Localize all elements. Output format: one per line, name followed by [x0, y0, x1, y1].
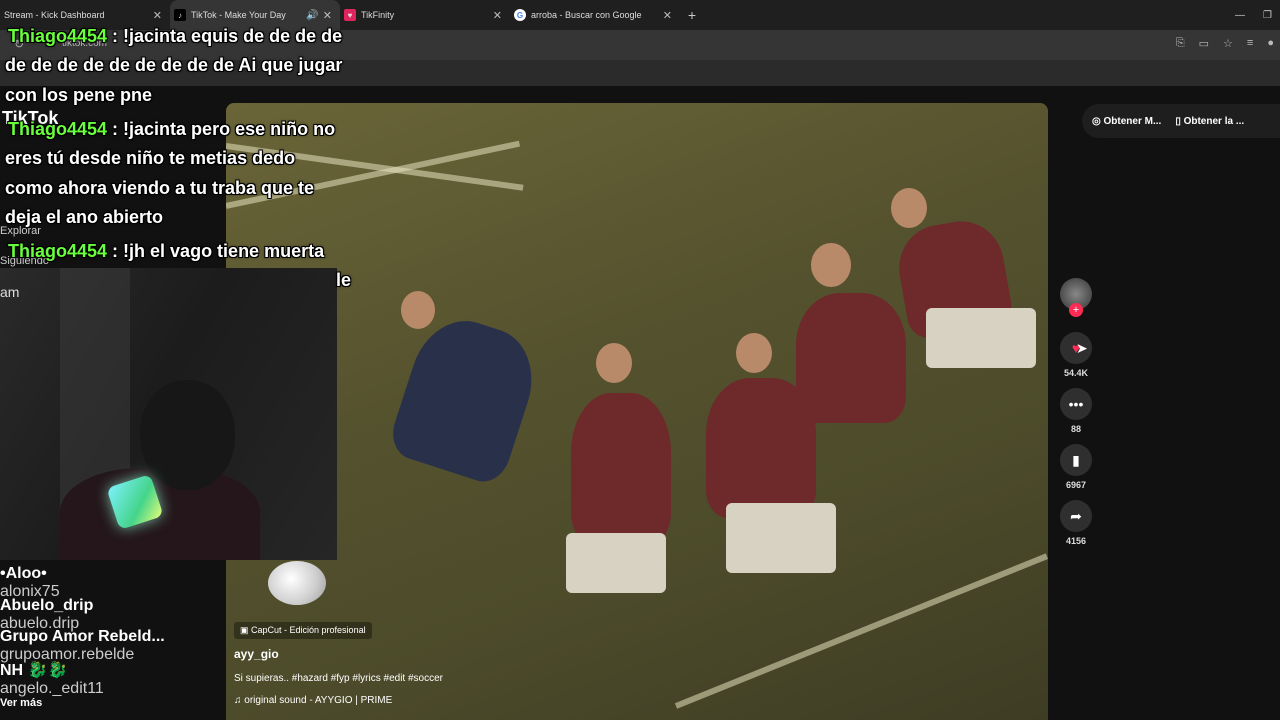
tab-label: arroba - Buscar con Google — [531, 10, 642, 20]
capcut-label: CapCut - Edición profesional — [251, 625, 366, 635]
player-head — [736, 333, 772, 373]
comment-button[interactable]: ••• 88 — [1060, 388, 1092, 434]
following-item[interactable]: •Aloo• alonix75 — [0, 565, 60, 601]
chat-message: con los pene pne — [5, 85, 152, 106]
save-button[interactable]: ▮ 6967 — [1060, 444, 1092, 490]
webcam-overlay-text: am — [0, 284, 20, 300]
tab-label: TikFinity — [361, 10, 395, 20]
speaker-icon[interactable]: 🔊 — [306, 10, 318, 21]
new-tab-button[interactable]: + — [680, 0, 704, 30]
player-head — [811, 243, 851, 287]
tab-tikfinity[interactable]: ♥ TikFinity ✕ — [340, 0, 510, 30]
chat-text: deja el ano abierto — [5, 207, 164, 227]
player-shorts — [726, 503, 836, 573]
video-sound[interactable]: ♫ original sound - AYYGIO | PRIME — [234, 695, 392, 706]
chat-text: le — [336, 270, 352, 290]
soccer-ball — [268, 561, 326, 605]
video-author[interactable]: ayy_gio — [234, 647, 279, 661]
tab-label: Stream - Kick Dashboard — [4, 10, 105, 20]
like-count: 54.4K — [1063, 368, 1089, 378]
creator-avatar-button[interactable]: + — [1060, 278, 1092, 317]
window-controls: — ❐ — [1235, 0, 1280, 30]
get-mobile-button[interactable]: ▯ Obtener la ... — [1175, 116, 1244, 127]
get-app-label: Obtener M... — [1103, 115, 1162, 127]
toolbar-icons: ⎘ ▭ ☆ ≡ ● — [1176, 37, 1274, 50]
chat-message: eres tú desde niño te metias dedo — [5, 148, 295, 169]
player-head — [401, 291, 435, 329]
get-mobile-label: Obtener la ... — [1183, 115, 1245, 127]
player-head — [891, 188, 927, 228]
profile-icon[interactable]: ● — [1267, 37, 1274, 50]
cast-icon[interactable]: ▭ — [1199, 37, 1209, 50]
follow-plus-icon[interactable]: + — [1069, 303, 1083, 317]
chat-message: le — [336, 270, 351, 291]
chat-text: con los pene pne — [5, 85, 153, 105]
tikfinity-icon: ♥ — [344, 9, 356, 21]
star-icon[interactable]: ☆ — [1223, 37, 1233, 50]
chat-username: Thiago4454 — [8, 26, 108, 46]
tab-google[interactable]: G arroba - Buscar con Google ✕ — [510, 0, 680, 30]
video-description: Si supieras.. #hazard #fyp #lyrics #edit… — [234, 673, 443, 684]
capcut-badge[interactable]: ▣ CapCut - Edición profesional — [234, 622, 372, 639]
player-shorts — [926, 308, 1036, 368]
chat-message: Thiago4454 : !jacinta pero ese niño no — [8, 119, 335, 140]
chat-text: eres tú desde niño te metias dedo — [5, 148, 296, 168]
minimize-icon[interactable]: — — [1235, 10, 1245, 21]
chat-text: : !jacinta pero ese niño no — [107, 119, 336, 139]
following-handle: angelo._edit11 — [0, 680, 104, 697]
player-shorts — [566, 533, 666, 593]
following-name: Abuelo_drip — [0, 597, 94, 614]
following-item[interactable]: Grupo Amor Rebeld... grupoamor.rebelde — [0, 628, 165, 664]
share-icon: ➦ — [1060, 500, 1092, 532]
google-icon: G — [514, 9, 526, 21]
comment-icon: ••• — [1060, 388, 1092, 420]
chat-text: de de de de de de de de de Ai que jugar — [5, 55, 343, 75]
chat-message: Thiago4454 : !jh el vago tiene muerta — [8, 241, 324, 262]
chat-message: como ahora viendo a tu traba que te — [5, 178, 314, 199]
streamer-head — [140, 380, 235, 490]
player-navy — [385, 308, 547, 488]
player-claret — [796, 293, 906, 423]
restore-icon[interactable]: ❐ — [1263, 10, 1272, 21]
translate-icon[interactable]: ⎘ — [1176, 37, 1185, 50]
comment-count: 88 — [1070, 424, 1081, 434]
following-name: •Aloo• — [0, 565, 47, 582]
following-item[interactable]: NH 🐉🐉 angelo._edit11 — [0, 660, 104, 698]
chat-text: como ahora viendo a tu traba que te — [5, 178, 315, 198]
share-count: 4156 — [1065, 536, 1087, 546]
tab-label: TikTok - Make Your Day — [191, 10, 286, 20]
tiktok-icon: ♪ — [174, 9, 186, 21]
pitch-line — [674, 553, 1048, 709]
close-icon[interactable]: ✕ — [153, 9, 162, 22]
chat-username: Thiago4454 — [8, 119, 108, 139]
share-button[interactable]: ➦ 4156 — [1060, 500, 1092, 546]
close-icon[interactable]: ✕ — [323, 9, 332, 22]
bookmark-icon: ▮ — [1060, 444, 1092, 476]
save-count: 6967 — [1065, 480, 1087, 490]
top-right-actions: ◎ Obtener M... ▯ Obtener la ... — [1082, 104, 1280, 138]
chat-message: de de de de de de de de de Ai que jugar — [5, 55, 342, 76]
avatar: + — [1060, 278, 1092, 317]
sound-label: original sound - AYYGIO | PRIME — [244, 695, 393, 706]
chat-text: : !jacinta equis de de de de — [107, 26, 343, 46]
webcam-overlay: am — [0, 268, 337, 560]
chat-message: deja el ano abierto — [5, 207, 163, 228]
media-icon[interactable]: ≡ — [1247, 37, 1253, 50]
get-app-button[interactable]: ◎ Obtener M... — [1092, 116, 1161, 127]
see-more-link[interactable]: Ver más — [0, 697, 42, 709]
following-name: NH 🐉🐉 — [0, 662, 68, 679]
player-head — [596, 343, 632, 383]
following-name: Grupo Amor Rebeld... — [0, 628, 165, 645]
close-icon[interactable]: ✕ — [663, 9, 672, 22]
chat-message: Thiago4454 : !jacinta equis de de de de — [8, 26, 342, 47]
chat-text: : !jh el vago tiene muerta — [107, 241, 325, 261]
chat-username: Thiago4454 — [8, 241, 108, 261]
player-claret — [571, 393, 671, 543]
close-icon[interactable]: ✕ — [493, 9, 502, 22]
mouse-cursor-icon: ➤ — [1076, 340, 1088, 356]
